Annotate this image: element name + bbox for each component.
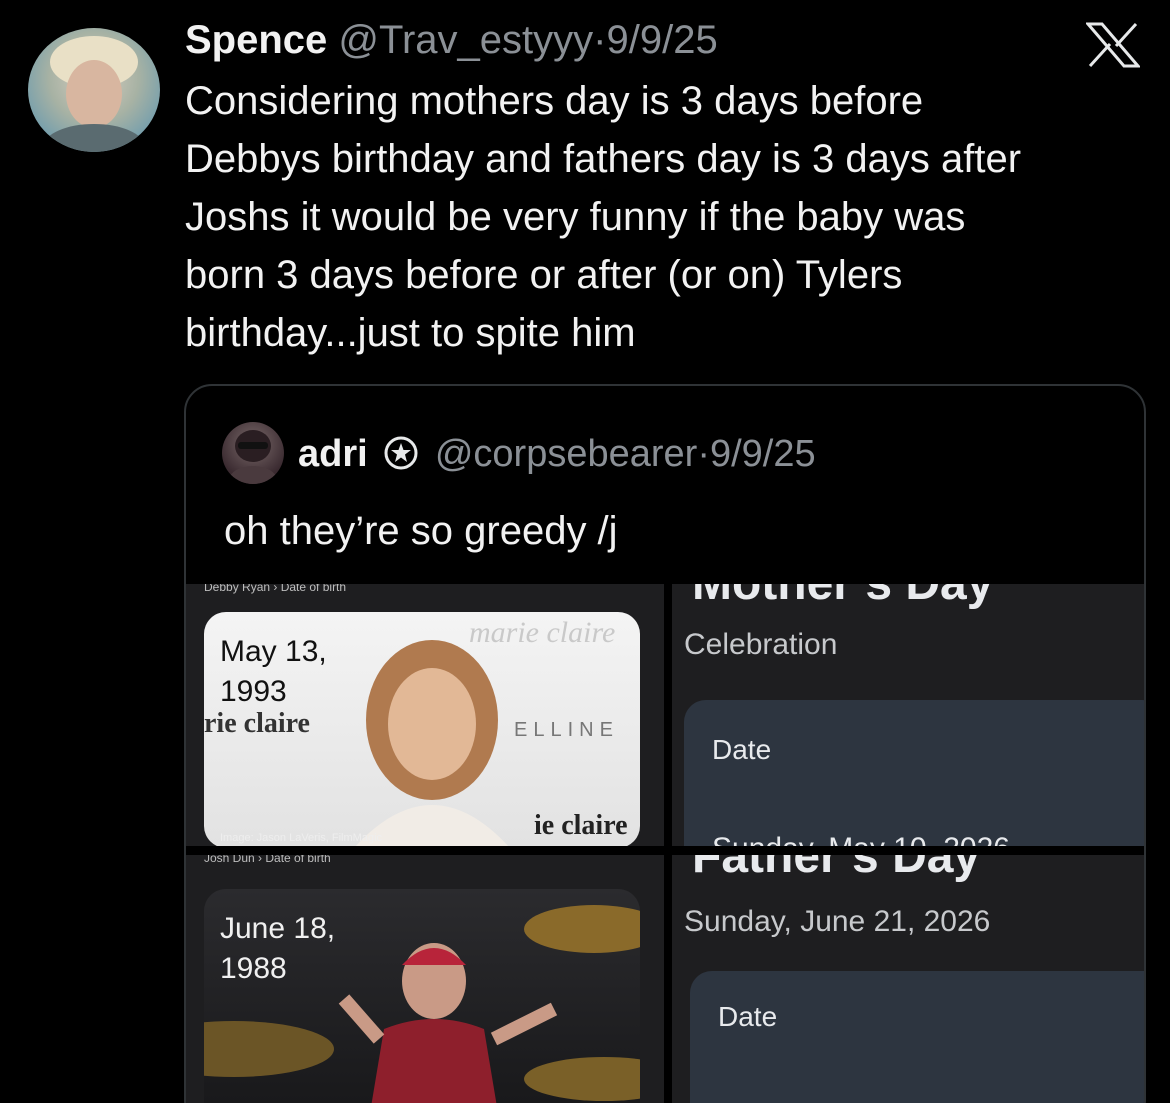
author-avatar[interactable] (28, 28, 160, 152)
mothers-day-date-box: Date Sunday, May 10, 2026 (684, 700, 1144, 846)
quoted-date-separator: · (697, 433, 710, 475)
author-handle[interactable]: @Trav_estyyy (338, 18, 593, 62)
quoted-tweet-text: oh they’re so greedy /j (224, 509, 618, 553)
mothers-day-title-cut: Mother’s Day (692, 584, 993, 611)
tweet-text: Considering mothers day is 3 days before… (185, 79, 1022, 355)
josh-photo[interactable]: June 18, 1988 (204, 889, 640, 1103)
fathers-day-panel: Father’s Day Sunday, June 21, 2026 Date (672, 855, 1144, 1103)
tweet-header: Spence @Trav_estyyy·9/9/25 (185, 14, 718, 66)
quoted-tweet-date[interactable]: 9/9/25 (710, 433, 816, 475)
mothers-day-date-value-cut: Sunday, May 10, 2026 (712, 832, 1010, 846)
photo-credit: Image: Jason LaVeris, FilmMagic (220, 832, 383, 844)
collage-divider-horizontal (186, 846, 1144, 855)
tweet-view: Spence @Trav_estyyy·9/9/25 Considering m… (0, 0, 1170, 1103)
quoted-author-handle[interactable]: @corpsebearer (435, 433, 697, 475)
mothers-day-panel: Mother’s Day Celebration Date Sunday, Ma… (672, 584, 1144, 846)
fathers-day-date-label: Date (718, 1001, 778, 1032)
debby-birth-date: May 13, 1993 (220, 635, 327, 708)
mothers-day-date-label: Date (712, 734, 772, 765)
tweet-date[interactable]: 9/9/25 (606, 18, 717, 62)
date-separator: · (593, 18, 607, 62)
svg-text:ELLINE: ELLINE (514, 719, 619, 741)
quoted-author-name[interactable]: adri (298, 433, 368, 475)
x-logo-icon (1086, 22, 1140, 68)
author-name[interactable]: Spence (185, 18, 327, 62)
fathers-day-date: Sunday, June 21, 2026 (684, 905, 991, 938)
josh-birth-date: June 18, 1988 (220, 912, 336, 985)
fathers-day-title-cut: Father’s Day (692, 855, 981, 883)
fathers-day-date-box: Date (690, 971, 1144, 1103)
josh-birthday-panel: Josh Dun › Date of birth June 18, 1988 (186, 855, 664, 1103)
quoted-tweet-header: adri @corpsebearer·9/9/25 (298, 430, 816, 478)
panel-header-cut: Debby Ryan › Date of birth (204, 584, 347, 594)
panel-header-cut-2: Josh Dun › Date of birth (204, 855, 331, 865)
svg-text:ie claire: ie claire (534, 810, 628, 841)
quoted-media-collage[interactable]: Debby Ryan › Date of birth marie claire … (186, 584, 1144, 1103)
quoted-tweet-card[interactable]: adri @corpsebearer·9/9/25 oh they’re so … (184, 384, 1146, 1103)
debby-birthday-panel: Debby Ryan › Date of birth marie claire … (186, 584, 664, 846)
verified-badge-icon (384, 436, 418, 470)
quoted-author-avatar[interactable] (222, 422, 284, 484)
debby-photo[interactable]: marie claire rie claire ELLINE ie claire… (204, 612, 640, 846)
mothers-day-subtitle: Celebration (684, 628, 838, 661)
svg-text:rie claire: rie claire (204, 708, 310, 739)
collage-divider-vertical (664, 584, 672, 1103)
svg-text:marie claire: marie claire (469, 616, 615, 649)
